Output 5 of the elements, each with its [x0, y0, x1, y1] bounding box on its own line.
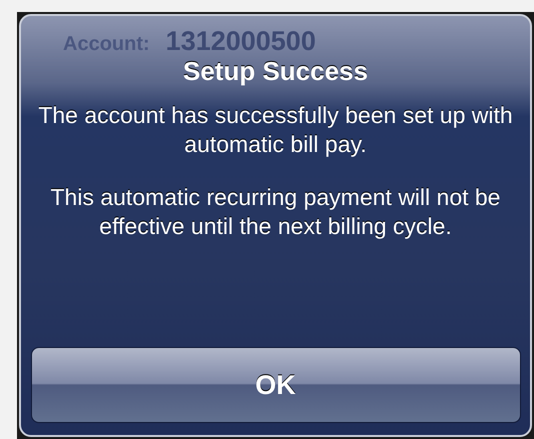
- alert-title: Setup Success: [183, 56, 368, 87]
- ok-button[interactable]: OK: [30, 347, 520, 423]
- alert-message: The account has successfully been set up with automatic bill pay.: [37, 101, 514, 159]
- alert-message: This automatic recurring payment will not be effective until the next billing cycle.: [50, 183, 502, 241]
- account-number: 1312000500: [166, 26, 316, 57]
